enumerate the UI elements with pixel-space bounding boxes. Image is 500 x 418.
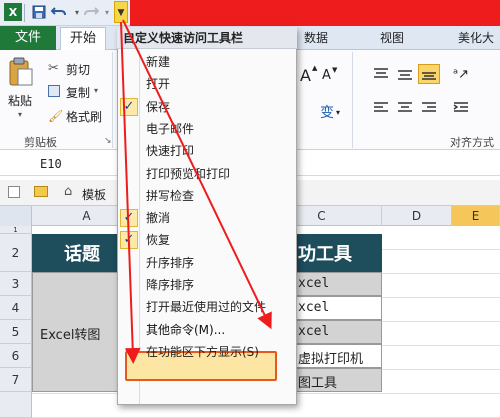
cell-a5[interactable]: Excel转图: [40, 324, 100, 343]
menu-item[interactable]: 新建: [146, 52, 296, 72]
checkmark-icon: ✓: [120, 98, 138, 116]
menu-title: 自定义快速访问工具栏: [117, 27, 297, 49]
ribbon-divider: [112, 52, 113, 148]
tab-file[interactable]: 文件: [0, 26, 56, 50]
orientation-icon[interactable]: ᵃ↗: [450, 64, 472, 84]
alignment-group-label: 对齐方式: [450, 136, 494, 149]
indent-icon[interactable]: [452, 100, 470, 116]
tab-view[interactable]: 视图: [380, 26, 404, 50]
font-grow-arrow-icon: ▲: [312, 64, 318, 72]
align-right-icon[interactable]: [420, 100, 438, 116]
menu-item[interactable]: 其他命令(M)...: [146, 320, 296, 340]
cell-c5-text: xcel: [298, 324, 330, 339]
phonetic-dropdown-icon[interactable]: ▾: [336, 108, 340, 117]
cell-c7-text: 图工具: [298, 376, 338, 391]
menu-item[interactable]: 打印预览和打印: [146, 164, 296, 184]
row-header-6[interactable]: 6: [0, 344, 32, 368]
column-header-e[interactable]: E: [452, 206, 500, 226]
menu-item[interactable]: 保存: [146, 97, 296, 117]
menu-item[interactable]: 在功能区下方显示(S): [146, 342, 296, 362]
column-header-d[interactable]: D: [382, 206, 452, 226]
tab-beautify[interactable]: 美化大: [458, 26, 494, 50]
paste-dropdown-icon[interactable]: ▾: [18, 110, 22, 119]
title-bar-red: [130, 0, 500, 26]
menu-item[interactable]: 降序排序: [146, 275, 296, 295]
checkmark-icon: ✓: [120, 231, 138, 249]
excel-logo-icon[interactable]: X: [4, 3, 22, 21]
row-header-3[interactable]: 3: [0, 272, 32, 296]
cell-c6-text: 虚拟打印机: [298, 352, 364, 367]
qat-divider: [24, 4, 25, 22]
cell-a2[interactable]: 话题: [64, 240, 100, 266]
paste-icon[interactable]: [6, 56, 36, 88]
copy-icon: [48, 85, 60, 97]
cell-c3-text: xcel: [298, 276, 330, 291]
menu-item[interactable]: 恢复: [146, 230, 296, 250]
align-bottom-icon[interactable]: [418, 64, 440, 84]
new-document-icon[interactable]: [8, 186, 20, 198]
format-painter-button[interactable]: 格式刷: [66, 108, 102, 125]
row-header-1[interactable]: 1: [0, 226, 32, 234]
cell-c4-text: xcel: [298, 300, 330, 315]
row-header-4[interactable]: 4: [0, 296, 32, 320]
menu-item[interactable]: 打开: [146, 74, 296, 94]
clipboard-launcher-icon[interactable]: ↘: [104, 136, 112, 146]
cell-c2[interactable]: 功工具: [298, 240, 352, 266]
row-header-7[interactable]: 7: [0, 368, 32, 392]
menu-item[interactable]: 拼写检查: [146, 186, 296, 206]
menu-item[interactable]: 打开最近使用过的文件: [146, 297, 296, 317]
row-header-5[interactable]: 5: [0, 320, 32, 344]
tab-home[interactable]: 开始: [60, 27, 106, 51]
menu-item[interactable]: 升序排序: [146, 253, 296, 273]
scissors-icon: ✂: [48, 61, 59, 76]
ribbon-divider: [352, 52, 353, 148]
menu-item[interactable]: 快速打印: [146, 141, 296, 161]
copy-button[interactable]: 复制: [66, 84, 90, 101]
folder-icon[interactable]: [34, 186, 48, 197]
checkmark-icon: ✓: [120, 209, 138, 227]
font-grow-button[interactable]: A: [300, 66, 311, 85]
clipboard-group-label: 剪贴板: [24, 136, 57, 149]
align-center-icon[interactable]: [396, 100, 414, 116]
row-header-8: [0, 392, 32, 418]
name-box[interactable]: E10: [40, 156, 100, 172]
save-icon[interactable]: [30, 3, 48, 21]
paste-button[interactable]: 粘贴: [8, 92, 32, 109]
row-header-2[interactable]: 2: [0, 234, 32, 272]
format-painter-icon: 🖌: [48, 109, 64, 123]
align-left-icon[interactable]: [372, 100, 390, 116]
font-shrink-arrow-icon: ▼: [332, 66, 338, 74]
select-all-corner[interactable]: [0, 206, 32, 226]
home-icon[interactable]: ⌂: [64, 184, 72, 199]
menu-item[interactable]: 撤消: [146, 208, 296, 228]
align-top-icon[interactable]: [372, 66, 390, 82]
menu-item[interactable]: 电子邮件: [146, 119, 296, 139]
tab-data[interactable]: 数据: [304, 26, 328, 50]
copy-dropdown-icon[interactable]: ▾: [94, 86, 98, 95]
phonetic-button[interactable]: 变: [320, 102, 334, 122]
font-shrink-button[interactable]: A: [322, 68, 331, 83]
sheet-tab-template[interactable]: 模板: [82, 186, 106, 203]
undo-icon[interactable]: [50, 3, 68, 21]
align-middle-icon[interactable]: [396, 66, 414, 82]
cut-button[interactable]: 剪切: [66, 61, 90, 78]
customize-dropdown-icon[interactable]: ▼: [114, 1, 128, 23]
